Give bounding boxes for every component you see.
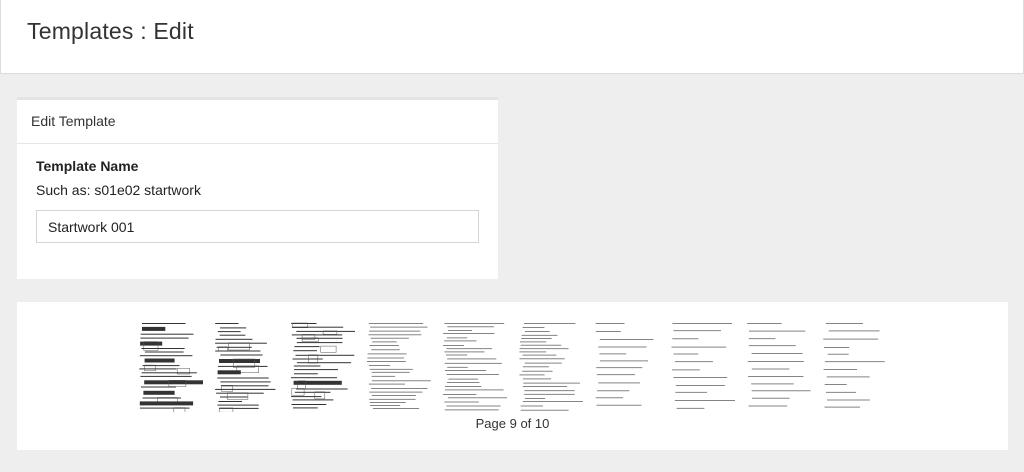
page-thumbnail-4[interactable] bbox=[365, 320, 433, 412]
template-name-input[interactable] bbox=[36, 210, 479, 243]
page-thumbnail-9[interactable] bbox=[745, 320, 813, 412]
thumbnail-strip bbox=[137, 320, 889, 412]
page-thumbnail-1[interactable] bbox=[137, 320, 205, 412]
page-indicator: Page 9 of 10 bbox=[475, 416, 550, 431]
page-thumbnail-2[interactable] bbox=[213, 320, 281, 412]
template-name-help-text: Such as: s01e02 startwork bbox=[36, 182, 201, 198]
page-thumbnail-10[interactable] bbox=[821, 320, 889, 412]
panel-body: Template Name Such as: s01e02 startwork bbox=[17, 144, 498, 257]
page-thumbnail-5[interactable] bbox=[441, 320, 509, 412]
template-name-label: Template Name bbox=[36, 158, 139, 174]
page-thumbnail-7[interactable] bbox=[593, 320, 661, 412]
page-thumbnail-3[interactable] bbox=[289, 320, 357, 412]
panel-title: Edit Template bbox=[17, 100, 498, 144]
edit-template-panel: Edit Template Template Name Such as: s01… bbox=[17, 97, 498, 279]
top-header-bar: Templates : Edit bbox=[0, 0, 1024, 74]
page-thumbnail-gallery: Page 9 of 10 bbox=[17, 302, 1008, 450]
page-thumbnail-6[interactable] bbox=[517, 320, 585, 412]
page-thumbnail-8[interactable] bbox=[669, 320, 737, 412]
page-title: Templates : Edit bbox=[27, 18, 194, 44]
